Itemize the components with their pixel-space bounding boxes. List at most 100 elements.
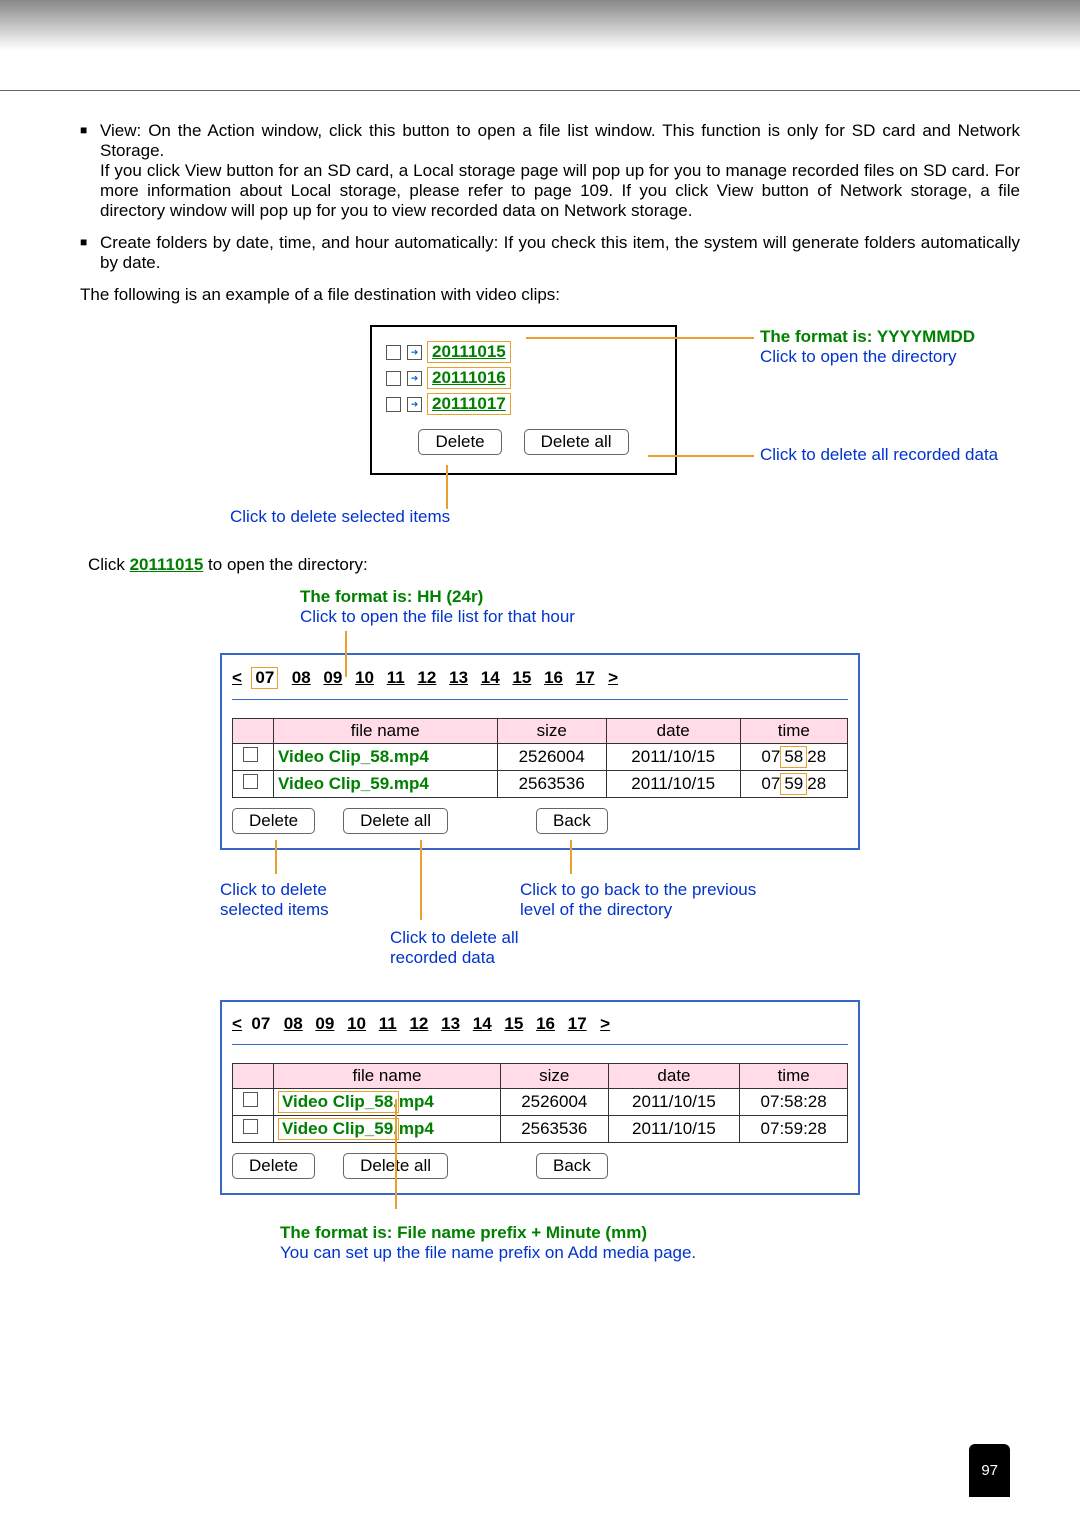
folder-link[interactable]: 20111016	[427, 367, 511, 389]
enter-icon[interactable]: ➜	[407, 397, 422, 412]
cell-size: 2526004	[497, 744, 606, 771]
file-panel: < 07 08 09 10 11 12 13 14 15 16 17 >	[220, 653, 860, 850]
hour-link[interactable]: 11	[379, 1014, 397, 1033]
hour-link[interactable]: 16	[544, 668, 563, 687]
enter-icon[interactable]: ➜	[407, 371, 422, 386]
hour-prev[interactable]: <	[232, 1014, 242, 1033]
hour-link[interactable]: 17	[568, 1014, 587, 1033]
cell-size: 2526004	[500, 1089, 608, 1116]
time-hh: 07	[761, 747, 780, 766]
filename-ext: mp4	[399, 1092, 434, 1111]
hour-link[interactable]: 09	[315, 1014, 334, 1033]
cell-size: 2563536	[497, 771, 606, 798]
delete-button[interactable]: Delete	[232, 1153, 315, 1179]
col-filename: file name	[274, 719, 498, 744]
connector-line	[446, 465, 448, 509]
checkbox-icon[interactable]	[243, 1092, 258, 1107]
annotation-hour-format: The format is: HH (24r)	[300, 587, 860, 607]
hour-link[interactable]: 14	[473, 1014, 492, 1033]
click-open-text: Click 20111015 to open the directory:	[88, 555, 1020, 575]
delete-button[interactable]: Delete	[418, 429, 501, 455]
table-row: Video Clip_59.mp4 2563536 2011/10/15 07:…	[233, 1116, 848, 1143]
connector-line	[570, 840, 572, 874]
enter-icon[interactable]: ➜	[407, 345, 422, 360]
time-mm-box: 59	[780, 773, 807, 795]
filename-prefix: Video Clip_59.	[282, 1119, 398, 1138]
checkbox-icon[interactable]	[243, 774, 258, 789]
connector-line	[420, 840, 422, 920]
checkbox-icon[interactable]	[243, 747, 258, 762]
hour-link[interactable]: 08	[292, 668, 311, 687]
hour-prev[interactable]: <	[232, 668, 242, 687]
hour-link[interactable]: 13	[449, 668, 468, 687]
cell-date: 2011/10/15	[608, 1089, 740, 1116]
hour-link[interactable]: 09	[323, 668, 342, 687]
cell-filename[interactable]: Video Clip_58.mp4	[274, 1089, 501, 1116]
checkbox-icon[interactable]	[243, 1119, 258, 1134]
click-open-post: to open the directory:	[203, 555, 367, 574]
file-table: file name size date time Video Clip_58.m…	[232, 1063, 848, 1143]
hour-link[interactable]: 16	[536, 1014, 555, 1033]
checkbox-icon[interactable]	[386, 345, 401, 360]
hour-link[interactable]: 15	[512, 668, 531, 687]
cell-date: 2011/10/15	[606, 744, 740, 771]
cell-time: 075928	[740, 771, 847, 798]
col-time: time	[740, 1064, 848, 1089]
hour-link[interactable]: 15	[504, 1014, 523, 1033]
annotation-hour-open: Click to open the file list for that hou…	[300, 607, 860, 627]
checkbox-icon[interactable]	[386, 397, 401, 412]
cell-filename[interactable]: Video Clip_59.mp4	[274, 771, 498, 798]
diagram-files-annotated: The format is: HH (24r) Click to open th…	[220, 587, 860, 1263]
hour-next[interactable]: >	[600, 1014, 610, 1033]
cell-filename[interactable]: Video Clip_58.mp4	[274, 744, 498, 771]
cell-date: 2011/10/15	[606, 771, 740, 798]
folder-row[interactable]: ➜ 20111015	[386, 341, 661, 363]
col-check	[233, 719, 274, 744]
hour-link[interactable]: 13	[441, 1014, 460, 1033]
col-filename: file name	[274, 1064, 501, 1089]
hour-next[interactable]: >	[608, 668, 618, 687]
col-check	[233, 1064, 274, 1089]
hour-link[interactable]: 11	[387, 668, 405, 687]
annotation-delete-selected: Click to delete selected items	[230, 507, 450, 527]
connector-line	[648, 455, 754, 457]
hour-link[interactable]: 17	[576, 668, 595, 687]
hour-nav: < 07 08 09 10 11 12 13 14 15 16 17 >	[232, 667, 848, 700]
cell-filename[interactable]: Video Clip_59.mp4	[274, 1116, 501, 1143]
folder-row[interactable]: ➜ 20111017	[386, 393, 661, 415]
delete-button[interactable]: Delete	[232, 808, 315, 834]
hour-current[interactable]: 07	[255, 668, 274, 687]
hour-link[interactable]: 14	[481, 668, 500, 687]
hour-link[interactable]: 10	[347, 1014, 366, 1033]
col-size: size	[497, 719, 606, 744]
annotation-format: The format is: YYYYMMDD Click to open th…	[760, 327, 975, 367]
hour-link[interactable]: 10	[355, 668, 374, 687]
folder-row[interactable]: ➜ 20111016	[386, 367, 661, 389]
hour-current[interactable]: 07	[251, 1014, 270, 1033]
table-row: Video Clip_58.mp4 2526004 2011/10/15 07:…	[233, 1089, 848, 1116]
time-ss: 28	[807, 747, 826, 766]
click-open-link[interactable]: 20111015	[130, 555, 204, 574]
file-table: file name size date time Video Clip_58.m…	[232, 718, 848, 798]
checkbox-icon[interactable]	[386, 371, 401, 386]
intro-text: The following is an example of a file de…	[80, 285, 1020, 305]
col-size: size	[500, 1064, 608, 1089]
delete-all-button[interactable]: Delete all	[343, 808, 448, 834]
col-date: date	[608, 1064, 740, 1089]
hour-link[interactable]: 12	[409, 1014, 428, 1033]
back-button[interactable]: Back	[536, 1153, 608, 1179]
delete-all-button[interactable]: Delete all	[524, 429, 629, 455]
annotation-delete-selected: Click to delete selected items	[220, 880, 329, 920]
annotation-filename-format: The format is: File name prefix + Minute…	[280, 1223, 860, 1243]
filename-ext: mp4	[399, 1119, 434, 1138]
file-panel-2: < 07 08 09 10 11 12 13 14 15 16 17 >	[220, 1000, 860, 1195]
annotation-open-text: Click to open the directory	[760, 347, 975, 367]
time-hh: 07	[761, 774, 780, 793]
click-open-pre: Click	[88, 555, 130, 574]
time-mm-box: 58	[780, 746, 807, 768]
hour-link[interactable]: 08	[284, 1014, 303, 1033]
folder-link[interactable]: 20111015	[427, 341, 511, 363]
folder-link[interactable]: 20111017	[427, 393, 511, 415]
back-button[interactable]: Back	[536, 808, 608, 834]
hour-link[interactable]: 12	[417, 668, 436, 687]
